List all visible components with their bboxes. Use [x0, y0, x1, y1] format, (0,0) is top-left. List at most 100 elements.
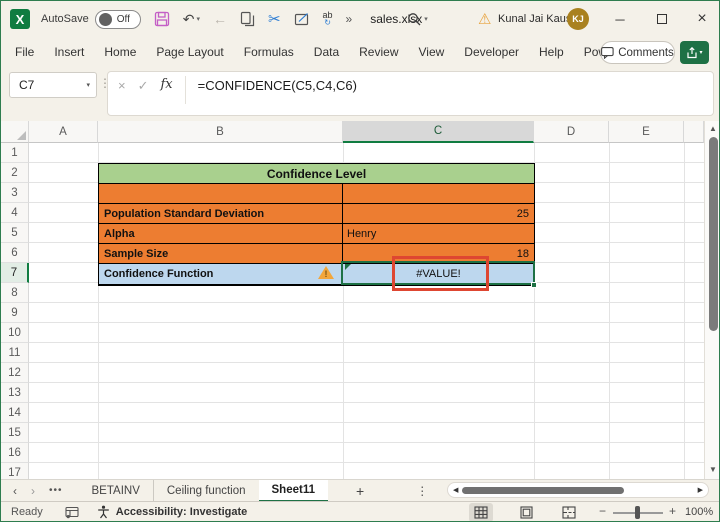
- ribbon-tab-data[interactable]: Data: [304, 37, 349, 67]
- cancel-icon[interactable]: ×: [118, 78, 126, 93]
- confidence-table[interactable]: Confidence Level Population Standard Dev…: [98, 163, 535, 286]
- ribbon-tab-file[interactable]: File: [5, 37, 44, 67]
- ribbon-tab-page-layout[interactable]: Page Layout: [146, 37, 233, 67]
- column-header-A[interactable]: A: [29, 121, 98, 143]
- value-error-cell[interactable]: #VALUE!: [343, 264, 534, 284]
- label-cell[interactable]: Alpha: [99, 224, 343, 243]
- sheet-tab-sheet11[interactable]: Sheet11: [258, 479, 328, 502]
- row-header-5[interactable]: 5: [1, 223, 29, 243]
- row-header-2[interactable]: 2: [1, 163, 29, 183]
- formula-input-area[interactable]: × ✓ fx =CONFIDENCE(C5,C4,C6): [107, 71, 714, 116]
- label-cell[interactable]: Confidence Function !: [99, 264, 343, 284]
- edit-document-icon[interactable]: [294, 12, 310, 27]
- row-header-15[interactable]: 15: [1, 423, 29, 443]
- value-cell[interactable]: 25: [343, 204, 534, 223]
- scroll-down-icon[interactable]: ▼: [705, 465, 719, 474]
- label-cell[interactable]: [99, 184, 343, 203]
- zoom-slider-handle[interactable]: [635, 506, 640, 519]
- ribbon-tab-review[interactable]: Review: [349, 37, 408, 67]
- row-header-8[interactable]: 8: [1, 283, 29, 303]
- row-header-17[interactable]: 17: [1, 463, 29, 479]
- column-header-C[interactable]: C: [343, 121, 534, 143]
- enter-check-icon[interactable]: ✓: [138, 78, 149, 94]
- alert-warning-icon[interactable]: ⚠: [478, 1, 491, 37]
- table-row[interactable]: Sample Size 18: [99, 244, 534, 264]
- prev-sheet-icon[interactable]: ‹: [13, 484, 17, 498]
- accessibility-icon[interactable]: [97, 505, 110, 519]
- label-cell[interactable]: Population Standard Deviation: [99, 204, 343, 223]
- row-header-6[interactable]: 6: [1, 243, 29, 263]
- back-arrow-icon[interactable]: ←: [213, 11, 227, 27]
- ribbon-tab-view[interactable]: View: [409, 37, 455, 67]
- row-header-4[interactable]: 4: [1, 203, 29, 223]
- row-header-9[interactable]: 9: [1, 303, 29, 323]
- next-sheet-icon[interactable]: ›: [31, 484, 35, 498]
- vertical-scrollbar[interactable]: ▲ ▼: [704, 121, 719, 479]
- scroll-right-icon[interactable]: ▶: [698, 486, 703, 494]
- table-row[interactable]: Population Standard Deviation 25: [99, 204, 534, 224]
- row-header-12[interactable]: 12: [1, 363, 29, 383]
- table-title-cell[interactable]: Confidence Level: [99, 164, 534, 184]
- column-header-B[interactable]: B: [98, 121, 343, 143]
- row-header-16[interactable]: 16: [1, 443, 29, 463]
- value-cell[interactable]: Henry: [343, 224, 534, 243]
- select-all-corner[interactable]: [1, 121, 29, 143]
- horizontal-scroll-thumb[interactable]: [462, 487, 624, 494]
- accessibility-status-label[interactable]: Accessibility: Investigate: [116, 506, 247, 518]
- zoom-out-button[interactable]: −: [599, 504, 606, 518]
- row-header-7[interactable]: 7: [1, 263, 29, 283]
- maximize-button[interactable]: [647, 1, 677, 37]
- formula-text[interactable]: =CONFIDENCE(C5,C4,C6): [198, 78, 357, 93]
- horizontal-scrollbar[interactable]: ◀ ▶: [447, 482, 709, 498]
- excel-logo-icon[interactable]: X: [10, 9, 30, 29]
- save-icon[interactable]: [154, 11, 170, 27]
- row-header-10[interactable]: 10: [1, 323, 29, 343]
- overflow-icon[interactable]: »: [346, 12, 353, 26]
- sheet-tab-betainv[interactable]: BETAINV: [79, 480, 153, 502]
- ribbon-tab-help[interactable]: Help: [529, 37, 574, 67]
- ribbon-tab-formulas[interactable]: Formulas: [234, 37, 304, 67]
- ribbon-tab-developer[interactable]: Developer: [454, 37, 529, 67]
- row-header-13[interactable]: 13: [1, 383, 29, 403]
- table-row[interactable]: [99, 184, 534, 204]
- column-header-partial[interactable]: [684, 121, 704, 143]
- ribbon-tab-home[interactable]: Home: [94, 37, 146, 67]
- copy-icon[interactable]: [240, 11, 255, 27]
- row-header-3[interactable]: 3: [1, 183, 29, 203]
- scroll-up-icon[interactable]: ▲: [705, 124, 719, 133]
- row-header-11[interactable]: 11: [1, 343, 29, 363]
- avatar[interactable]: KJ: [567, 1, 589, 37]
- undo-button[interactable]: ↶ ▾: [183, 11, 200, 28]
- table-row[interactable]: Alpha Henry: [99, 224, 534, 244]
- zoom-level-label[interactable]: 100%: [685, 506, 713, 518]
- page-break-view-button[interactable]: [557, 503, 581, 521]
- new-sheet-button[interactable]: +: [356, 483, 364, 499]
- fill-handle[interactable]: [531, 282, 537, 288]
- row-header-1[interactable]: 1: [1, 143, 29, 163]
- name-box[interactable]: C7 ▾: [9, 72, 97, 98]
- normal-view-button[interactable]: [469, 503, 493, 521]
- value-cell[interactable]: 18: [343, 244, 534, 263]
- column-header-D[interactable]: D: [534, 121, 609, 143]
- table-row[interactable]: Confidence Function ! #VALUE!: [99, 264, 534, 285]
- macro-record-icon[interactable]: [65, 506, 79, 519]
- zoom-in-button[interactable]: +: [669, 504, 676, 518]
- share-button[interactable]: ▾: [680, 41, 709, 64]
- replace-icon[interactable]: ab ↻: [323, 11, 333, 27]
- scroll-left-icon[interactable]: ◀: [453, 486, 458, 494]
- value-cell[interactable]: [343, 184, 534, 203]
- vertical-scroll-thumb[interactable]: [709, 137, 718, 331]
- search-icon[interactable]: [407, 1, 422, 37]
- all-sheets-icon[interactable]: •••: [49, 485, 63, 496]
- autosave-toggle[interactable]: Off: [94, 9, 141, 29]
- insert-function-icon[interactable]: fx: [161, 77, 173, 92]
- label-cell[interactable]: Sample Size: [99, 244, 343, 263]
- sheet-tab-ceiling-function[interactable]: Ceiling function: [152, 479, 259, 502]
- error-warning-icon[interactable]: !: [318, 266, 334, 280]
- close-button[interactable]: ×: [687, 1, 717, 37]
- comments-button[interactable]: Comments: [600, 41, 675, 64]
- column-header-E[interactable]: E: [609, 121, 684, 143]
- row-header-14[interactable]: 14: [1, 403, 29, 423]
- cut-icon[interactable]: ✂: [268, 10, 281, 28]
- ribbon-tab-insert[interactable]: Insert: [44, 37, 94, 67]
